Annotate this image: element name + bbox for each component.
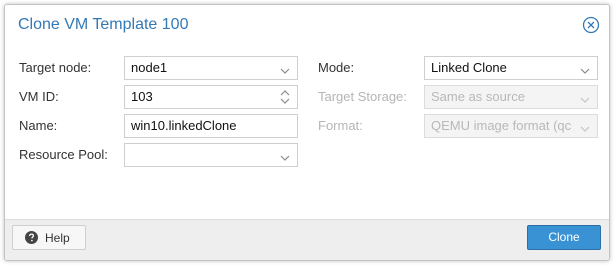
vm-id-value: 103 <box>131 89 153 104</box>
target-storage-select: Same as source <box>424 85 598 109</box>
target-storage-value: Same as source <box>431 89 525 104</box>
name-value: win10.linkedClone <box>131 118 237 133</box>
spinner-icon[interactable] <box>279 88 291 106</box>
dialog-titlebar: Clone VM Template 100 <box>5 5 609 46</box>
chevron-down-icon <box>579 91 591 103</box>
clone-vm-dialog: Clone VM Template 100 Target node: node1… <box>4 4 610 261</box>
dialog-body: Target node: node1 VM ID: 103 Name: win1… <box>5 45 609 222</box>
format-select: QEMU image format (qc <box>424 114 598 138</box>
chevron-down-icon[interactable] <box>279 149 291 161</box>
resource-pool-label: Resource Pool: <box>19 147 108 162</box>
format-label: Format: <box>318 118 363 133</box>
dialog-title: Clone VM Template 100 <box>18 16 189 33</box>
target-node-value: node1 <box>131 60 168 75</box>
chevron-down-icon <box>579 120 591 132</box>
resource-pool-select[interactable] <box>124 143 298 167</box>
close-icon[interactable] <box>582 16 600 34</box>
vm-id-spinner[interactable]: 103 <box>124 85 298 109</box>
mode-select[interactable]: Linked Clone <box>424 56 598 80</box>
mode-label: Mode: <box>318 60 355 75</box>
dialog-footer: Help Clone <box>5 219 609 260</box>
name-label: Name: <box>19 118 58 133</box>
clone-button[interactable]: Clone <box>527 225 601 250</box>
target-storage-label: Target Storage: <box>318 89 407 104</box>
name-input[interactable]: win10.linkedClone <box>124 114 298 138</box>
question-circle-icon <box>25 231 38 244</box>
help-label: Help <box>45 231 70 245</box>
help-button[interactable]: Help <box>12 225 86 250</box>
chevron-down-icon[interactable] <box>279 62 291 74</box>
target-node-select[interactable]: node1 <box>124 56 298 80</box>
vm-id-label: VM ID: <box>19 89 59 104</box>
format-value: QEMU image format (qc <box>431 118 571 133</box>
chevron-down-icon[interactable] <box>579 62 591 74</box>
target-node-label: Target node: <box>19 60 92 75</box>
mode-value: Linked Clone <box>431 60 507 75</box>
